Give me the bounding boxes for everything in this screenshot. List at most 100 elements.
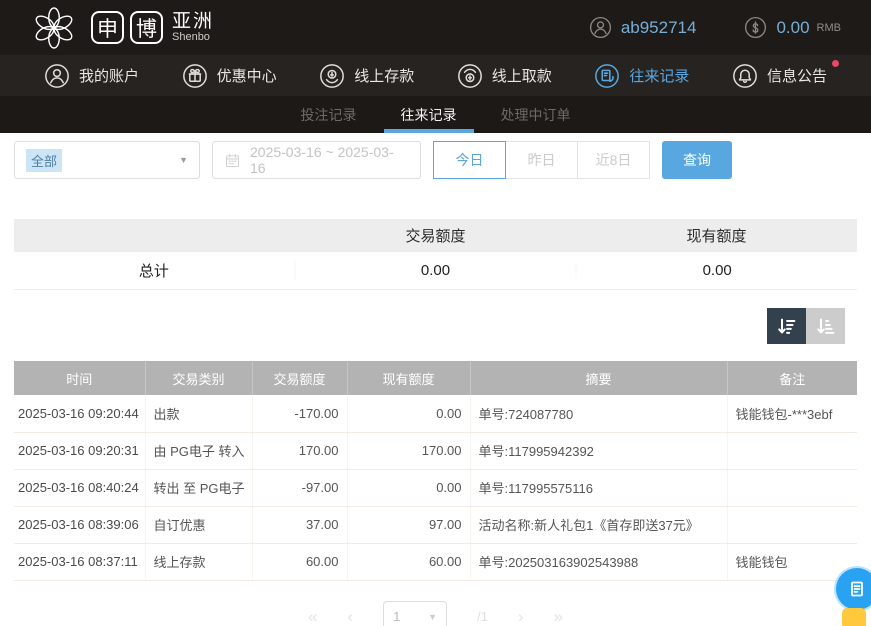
- chevron-down-icon: ▼: [179, 155, 188, 165]
- cell-remark: [727, 506, 857, 543]
- cell-type: 转出 至 PG电子: [145, 469, 252, 506]
- column-header-5[interactable]: 备注: [727, 361, 857, 395]
- sort-ascending-icon: [814, 315, 837, 338]
- tab-bet-records[interactable]: 投注记录: [284, 96, 374, 133]
- summary-balance-value: 0.00: [577, 262, 857, 279]
- pagination: « ‹ 1 ▼ /1 › »: [0, 601, 871, 626]
- brand-text: 亚洲 Shenbo: [172, 12, 214, 44]
- quick-button-yesterday[interactable]: 昨日: [505, 141, 578, 179]
- user-circle-icon: [589, 16, 612, 39]
- cell-remark: [727, 469, 857, 506]
- brand-characters: 申 博: [91, 11, 163, 44]
- cell-remark: 钱能钱包-***3ebf: [727, 395, 857, 432]
- type-select-value: 全部: [26, 149, 62, 172]
- date-range-value: 2025-03-16 ~ 2025-03-16: [250, 144, 409, 176]
- column-header-1[interactable]: 交易类别: [145, 361, 252, 395]
- currency-label: RMB: [817, 22, 841, 34]
- record-icon: [594, 63, 620, 89]
- last-page-button[interactable]: »: [554, 608, 563, 625]
- cell-remark: [727, 432, 857, 469]
- cell-amount: -170.00: [252, 395, 347, 432]
- cell-summary: 活动名称:新人礼包1《首存即送37元》: [470, 506, 727, 543]
- nav-item-label: 信息公告: [767, 65, 827, 86]
- customer-service-icon[interactable]: [836, 568, 871, 610]
- cell-amount: 60.00: [252, 543, 347, 580]
- page-select[interactable]: 1 ▼: [383, 601, 447, 626]
- table-row: 2025-03-16 08:37:11线上存款60.0060.00单号:2025…: [14, 543, 857, 580]
- cell-time: 2025-03-16 09:20:44: [14, 395, 145, 432]
- nav-item-announcements[interactable]: 信息公告: [732, 63, 827, 89]
- nav-item-my-account[interactable]: 我的账户: [44, 63, 139, 89]
- column-header-3[interactable]: 现有额度: [347, 361, 470, 395]
- summary-col-balance: 现有额度: [576, 225, 857, 246]
- main-nav: 我的账户 优惠中心 线上存款 线上取款 往来记录 信息公告: [0, 55, 871, 96]
- cell-amount: 37.00: [252, 506, 347, 543]
- cell-type: 自订优惠: [145, 506, 252, 543]
- filter-bar: 全部 ▼ 2025-03-16 ~ 2025-03-16 今日昨日近8日 查询: [0, 133, 871, 179]
- tab-transaction-records[interactable]: 往来记录: [384, 96, 474, 133]
- summary-table: 交易额度 现有额度 总计 0.00 0.00: [14, 219, 857, 290]
- type-select[interactable]: 全部 ▼: [14, 141, 200, 179]
- account-menu[interactable]: ab952714: [589, 16, 697, 39]
- prev-page-button[interactable]: ‹: [347, 608, 353, 625]
- search-button[interactable]: 查询: [662, 141, 732, 179]
- cell-time: 2025-03-16 08:40:24: [14, 469, 145, 506]
- cell-type: 由 PG电子 转入: [145, 432, 252, 469]
- sort-ascending-button[interactable]: [806, 308, 845, 344]
- cell-amount: 170.00: [252, 432, 347, 469]
- brand-logo[interactable]: 申 博 亚洲 Shenbo: [26, 3, 214, 53]
- nav-item-transaction-records[interactable]: 往来记录: [594, 63, 689, 89]
- nav-item-label: 线上存款: [354, 65, 414, 86]
- user-icon: [44, 63, 70, 89]
- table-header-row: 时间交易类别交易额度现有额度摘要备注: [14, 361, 857, 395]
- nav-item-label: 往来记录: [629, 65, 689, 86]
- sort-descending-button[interactable]: [767, 308, 806, 344]
- quick-button-today[interactable]: 今日: [433, 141, 506, 179]
- transactions-section: 时间交易类别交易额度现有额度摘要备注 2025-03-16 09:20:44出款…: [14, 361, 857, 581]
- next-page-button[interactable]: ›: [518, 608, 524, 625]
- nav-item-label: 我的账户: [79, 65, 139, 86]
- cell-summary: 单号:117995942392: [470, 432, 727, 469]
- nav-item-online-deposit[interactable]: 线上存款: [319, 63, 414, 89]
- cell-balance: 97.00: [347, 506, 470, 543]
- nav-item-online-withdraw[interactable]: 线上取款: [457, 63, 552, 89]
- date-range-input[interactable]: 2025-03-16 ~ 2025-03-16: [212, 141, 421, 179]
- cell-time: 2025-03-16 09:20:31: [14, 432, 145, 469]
- calendar-icon: [224, 152, 241, 169]
- cell-balance: 0.00: [347, 469, 470, 506]
- quick-date-buttons: 今日昨日近8日: [433, 141, 650, 179]
- cell-amount: -97.00: [252, 469, 347, 506]
- summary-total-label: 总计: [14, 260, 296, 281]
- header-account-area: ab952714 0.00 RMB: [589, 16, 841, 39]
- page-total-label: /1: [477, 609, 488, 624]
- summary-col-transaction: 交易额度: [295, 225, 576, 246]
- username: ab952714: [621, 18, 697, 38]
- cell-summary: 单号:724087780: [470, 395, 727, 432]
- cell-time: 2025-03-16 08:37:11: [14, 543, 145, 580]
- chevron-down-icon: ▼: [428, 612, 437, 622]
- cell-type: 出款: [145, 395, 252, 432]
- column-header-2[interactable]: 交易额度: [252, 361, 347, 395]
- balance-amount: 0.00: [776, 18, 809, 38]
- tab-pending-orders[interactable]: 处理中订单: [484, 96, 588, 133]
- brand-region: 亚洲: [172, 12, 214, 32]
- quick-button-last-8-days[interactable]: 近8日: [577, 141, 650, 179]
- table-row: 2025-03-16 08:39:06自订优惠37.0097.00活动名称:新人…: [14, 506, 857, 543]
- sort-controls: [0, 308, 845, 344]
- column-header-4[interactable]: 摘要: [470, 361, 727, 395]
- nav-item-label: 优惠中心: [217, 65, 277, 86]
- bell-icon: [732, 63, 758, 89]
- column-header-0[interactable]: 时间: [14, 361, 145, 395]
- table-row: 2025-03-16 09:20:31由 PG电子 转入170.00170.00…: [14, 432, 857, 469]
- cell-type: 线上存款: [145, 543, 252, 580]
- notification-badge-icon: [832, 60, 839, 67]
- table-row: 2025-03-16 08:40:24转出 至 PG电子-97.000.00单号…: [14, 469, 857, 506]
- brand-char-bo: 博: [130, 11, 163, 44]
- dollar-circle-icon: [744, 16, 767, 39]
- first-page-button[interactable]: «: [308, 608, 317, 625]
- table-body: 2025-03-16 09:20:44出款-170.000.00单号:72408…: [14, 395, 857, 580]
- balance-display[interactable]: 0.00 RMB: [744, 16, 841, 39]
- cell-balance: 170.00: [347, 432, 470, 469]
- cell-balance: 0.00: [347, 395, 470, 432]
- nav-item-promo-center[interactable]: 优惠中心: [182, 63, 277, 89]
